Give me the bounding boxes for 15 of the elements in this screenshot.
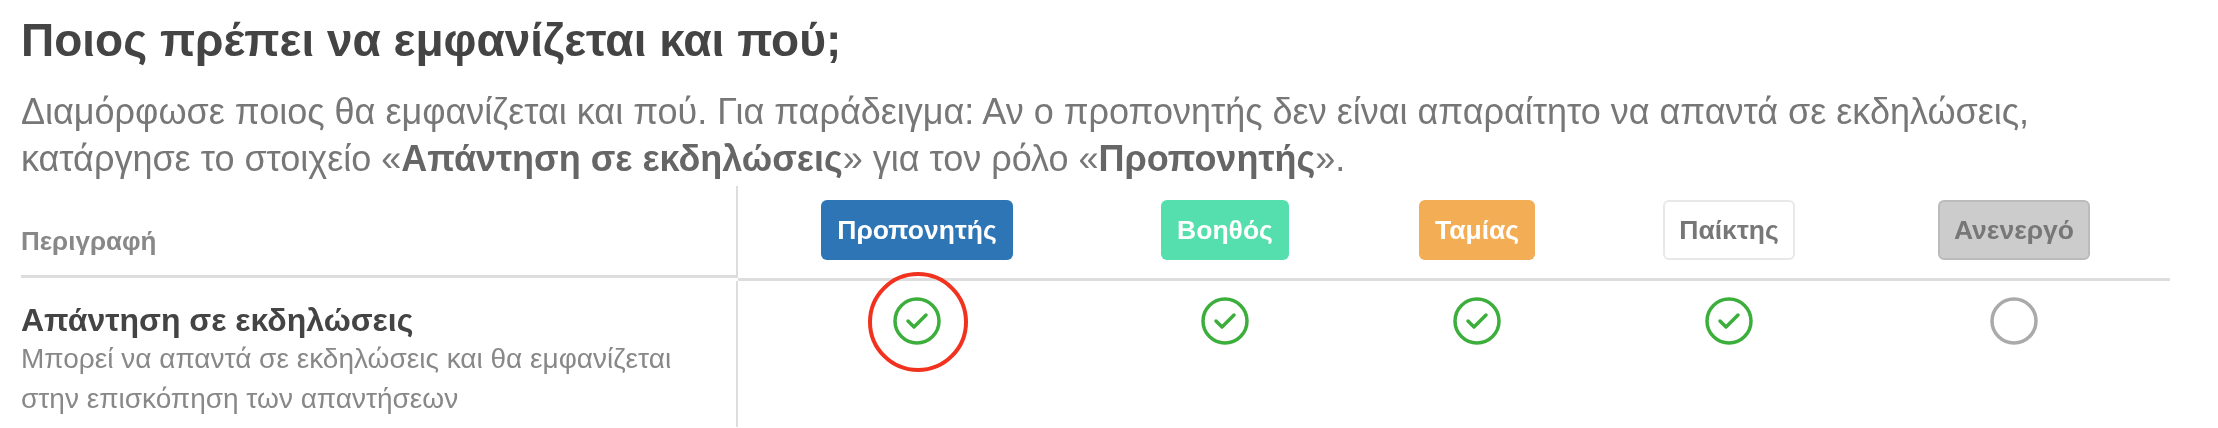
permission-description: Μπορεί να απαντά σε εκδηλώσεις και θα εμφανίζεται στην επισκόπηση των απαντήσεων (21, 342, 673, 416)
role-badge: Παίκτης (1663, 200, 1795, 260)
role-badge: Ανενεργό (1937, 200, 2091, 260)
role-badge: Ταμίας (1418, 200, 1536, 260)
check-circle-icon[interactable] (1453, 297, 1501, 345)
role-badge: Βοηθός (1161, 200, 1289, 260)
description-text: Διαμόρφωσε ποιος θα εμφανίζεται και πού. Για παράδειγμα: Αν ο προπονητής δεν είναι απαραίτητο να απαντά σε εκδηλώσεις, κατάργησε το στοιχείο «Απάντηση σε εκδηλώσεις» για τον ρόλο «Προπονητής». (21, 90, 2031, 181)
check-circle-icon[interactable] (1201, 297, 1249, 345)
role-badge: Προπονητής (821, 200, 1013, 260)
permission-title: Απάντηση σε εκδηλώσεις (21, 301, 415, 339)
empty-circle-icon[interactable] (1990, 297, 2038, 345)
column-heading: Περιγραφή (21, 226, 157, 257)
page-title: Ποιος πρέπει να εμφανίζεται και πού; (21, 14, 843, 66)
check-circle-icon[interactable] (893, 297, 941, 345)
check-circle-icon[interactable] (1705, 297, 1753, 345)
